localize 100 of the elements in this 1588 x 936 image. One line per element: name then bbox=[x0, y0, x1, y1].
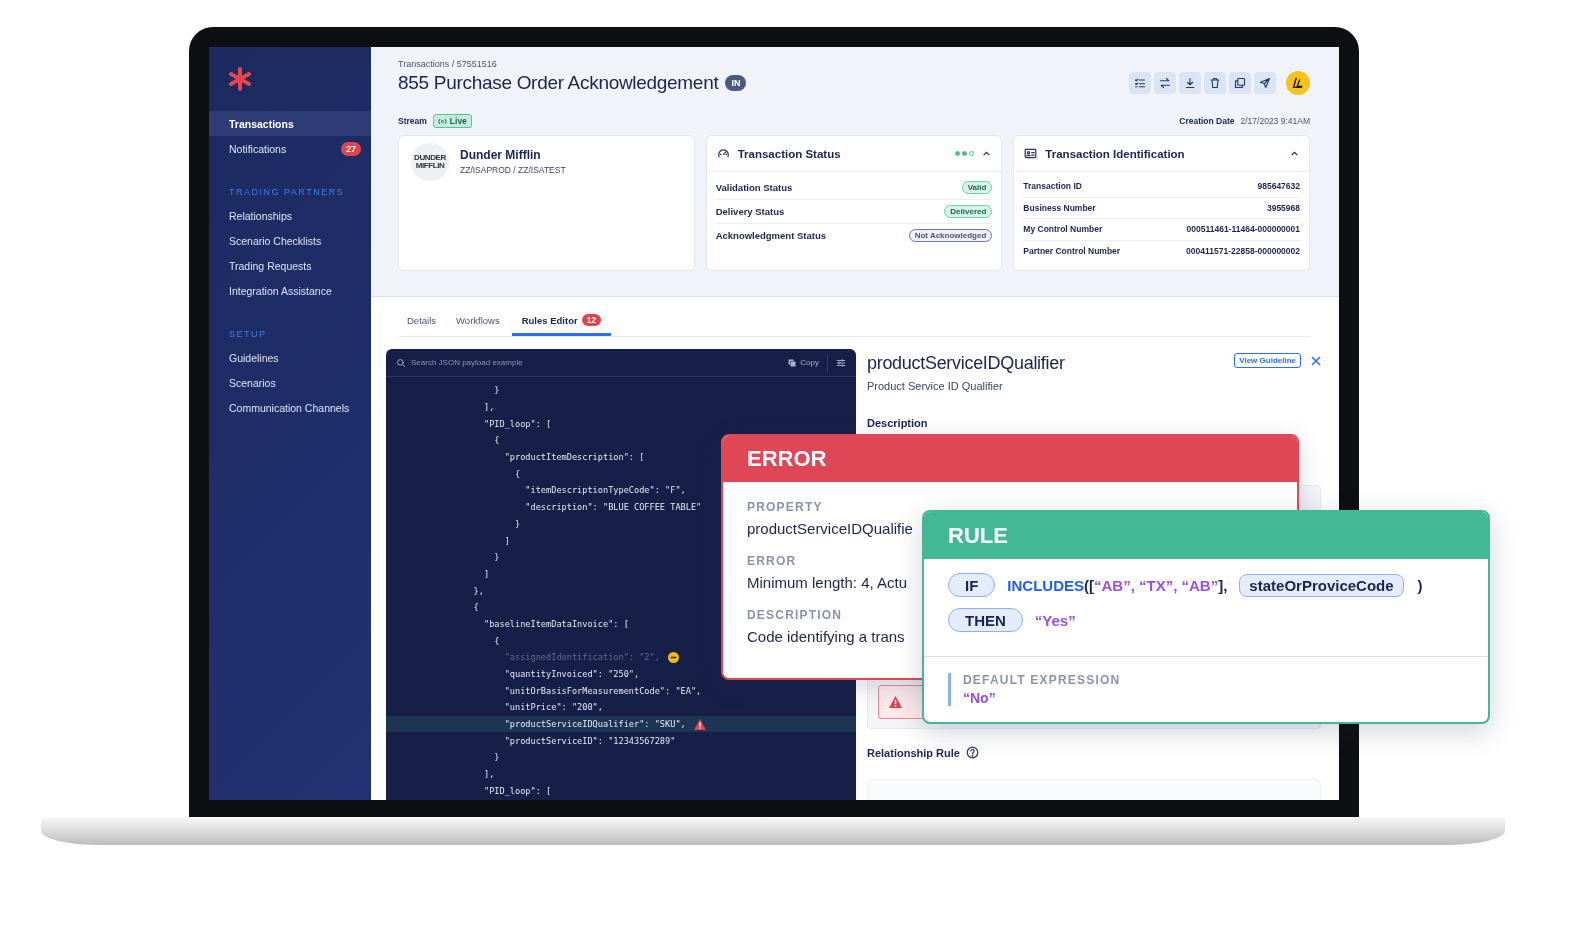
code-line: "unitPrice": "200", bbox=[503, 702, 603, 713]
search-field[interactable]: Search JSON payload example bbox=[396, 357, 775, 368]
sliders-icon bbox=[836, 357, 846, 368]
field-value: 985647632 bbox=[1257, 181, 1300, 192]
code-line: } bbox=[493, 385, 500, 396]
partner-name: Dunder Mifflin bbox=[460, 148, 542, 162]
error-field-value: Minimum length: 4, Actu bbox=[747, 574, 908, 591]
field-subtitle: Product Service ID Qualifier bbox=[867, 380, 1004, 392]
code-line: ] bbox=[503, 535, 510, 546]
user-avatar[interactable] bbox=[1286, 71, 1310, 95]
creation-date: 2/17/2023 9:41AM bbox=[1240, 116, 1310, 126]
tab[interactable]: Workflows bbox=[448, 309, 508, 336]
error-field-label: ERROR bbox=[747, 554, 797, 568]
sidebar-item[interactable]: Communication Channels bbox=[209, 395, 371, 420]
settings-button[interactable] bbox=[834, 357, 848, 368]
sidebar-item[interactable]: Scenario Checklists bbox=[209, 228, 371, 253]
error-field-value: Code identifying a trans bbox=[747, 628, 905, 645]
search-icon bbox=[396, 357, 406, 368]
code-line: { bbox=[472, 602, 479, 613]
tab[interactable]: Details bbox=[399, 309, 445, 336]
toolbar-button[interactable] bbox=[1204, 72, 1226, 94]
sidebar-item[interactable]: Guidelines bbox=[209, 345, 371, 370]
code-line: } bbox=[514, 518, 521, 529]
minus-circle-icon[interactable] bbox=[667, 651, 679, 663]
field-label: My Control Number bbox=[1023, 224, 1103, 235]
code-line: { bbox=[493, 635, 500, 646]
code-line: "itemDescriptionTypeCode": "F", bbox=[524, 485, 686, 496]
sidebar-item[interactable]: Scenarios bbox=[209, 370, 371, 395]
partner-logo: DUNDER MIFFLIN bbox=[411, 143, 449, 181]
relationship-rule-label: Relationship Rule bbox=[867, 746, 960, 759]
card-title: Transaction Status bbox=[737, 147, 842, 160]
error-field-label: PROPERTY bbox=[747, 500, 823, 514]
chevron-up-icon[interactable] bbox=[1290, 149, 1299, 158]
field-label: Transaction ID bbox=[1023, 181, 1082, 192]
code-line: { bbox=[514, 468, 521, 479]
code-line: "baselineItemDataInvoice": [ bbox=[482, 618, 629, 629]
toolbar-button[interactable] bbox=[1229, 72, 1251, 94]
error-field-label: DESCRIPTION bbox=[747, 608, 843, 622]
close-icon bbox=[1311, 355, 1321, 366]
section-heading: SETUP bbox=[228, 329, 268, 339]
sidebar-item[interactable]: Transactions bbox=[209, 111, 371, 136]
code-line: "PID_loop": [ bbox=[482, 785, 552, 796]
stream-label: Stream bbox=[398, 116, 427, 126]
logo-icon bbox=[1291, 76, 1305, 90]
card-title: Transaction Identification bbox=[1045, 147, 1186, 160]
error-title: ERROR bbox=[723, 436, 1297, 482]
page-title: 855 Purchase Order Acknowledgement bbox=[398, 72, 719, 94]
code-line: } bbox=[493, 752, 500, 763]
toolbar-button[interactable] bbox=[1129, 72, 1151, 94]
code-line: "productServiceID": "12343567289" bbox=[503, 735, 676, 746]
toolbar-button[interactable] bbox=[1254, 72, 1276, 94]
rule-field[interactable] bbox=[867, 779, 1321, 800]
field-title: productServiceIDQualifier bbox=[867, 353, 1065, 374]
chevron-up-icon[interactable] bbox=[982, 149, 992, 158]
code-line: "description": "BLUE COFFEE TABLE" bbox=[524, 502, 702, 513]
status-label: Acknowledgment Status bbox=[715, 230, 826, 241]
code-line: "productItemDescription": [ bbox=[503, 452, 645, 463]
sidebar-item[interactable]: Trading Requests bbox=[209, 253, 371, 278]
view-guideline-button[interactable]: View Guideline bbox=[1234, 353, 1301, 368]
keyword-pill: THEN bbox=[948, 608, 1023, 632]
section-heading: TRADING PARTNERS bbox=[228, 187, 346, 197]
error-field-value: productServiceIDQualifie bbox=[747, 520, 913, 537]
copy-icon bbox=[1234, 77, 1246, 89]
toolbar-button[interactable] bbox=[1154, 72, 1176, 94]
code-line: { bbox=[493, 435, 500, 446]
breadcrumb: Transactions / 57551516 bbox=[398, 59, 498, 69]
code-line: } bbox=[493, 552, 500, 563]
code-line: }, bbox=[472, 585, 484, 596]
status-label: Validation Status bbox=[715, 182, 793, 193]
tab-count: 12 bbox=[581, 314, 602, 326]
gauge-icon bbox=[716, 147, 730, 160]
send-icon bbox=[1259, 77, 1271, 89]
field-label: Partner Control Number bbox=[1023, 245, 1121, 256]
field-value: 3955968 bbox=[1266, 202, 1300, 213]
tab[interactable]: Rules Editor 12 bbox=[511, 309, 612, 336]
code-line: ], bbox=[482, 402, 495, 413]
close-button[interactable] bbox=[1311, 355, 1321, 366]
sidebar-item[interactable]: Relationships bbox=[209, 203, 371, 228]
direction-badge: IN bbox=[725, 75, 747, 91]
toolbar-button[interactable] bbox=[1179, 72, 1201, 94]
keyword-pill: IF bbox=[948, 573, 996, 597]
trash-icon bbox=[1209, 77, 1221, 89]
field-label: Business Number bbox=[1023, 202, 1096, 213]
warning-icon[interactable] bbox=[693, 718, 706, 730]
default-expression: DEFAULT EXPRESSION “No” bbox=[948, 673, 1464, 706]
help-icon bbox=[965, 746, 979, 759]
sidebar-item[interactable]: Integration Assistance bbox=[209, 278, 371, 303]
sidebar-item[interactable]: Notifications 27 bbox=[209, 136, 371, 161]
id-card-icon bbox=[1024, 147, 1038, 160]
code-line: ] bbox=[482, 568, 490, 579]
swap-arrows-icon bbox=[1159, 77, 1171, 89]
code-line: "productServiceIDQualifier": "SKU", bbox=[503, 719, 686, 730]
status-label: Delivery Status bbox=[715, 206, 785, 217]
copy-icon bbox=[788, 358, 797, 367]
code-line: "quantityInvoiced": "250", bbox=[503, 669, 640, 680]
copy-button[interactable]: Copy bbox=[780, 353, 828, 372]
field-value: 000411571-22858-000000002 bbox=[1186, 245, 1300, 256]
status-badge: Not Acknowledged bbox=[908, 229, 993, 242]
partner-ids: ZZ/ISAPROD / ZZ/ISATEST bbox=[460, 165, 566, 175]
broadcast-icon bbox=[437, 117, 447, 125]
